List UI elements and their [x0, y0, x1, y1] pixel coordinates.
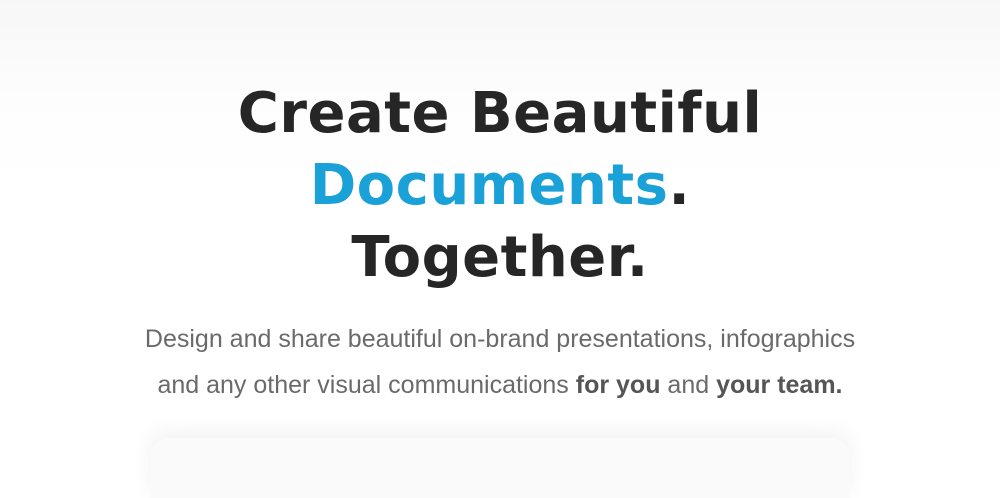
- headline-line-3: Together.: [351, 225, 649, 290]
- hero-headline: Create Beautiful Documents. Together.: [0, 78, 1000, 294]
- subtitle-emphasis-for-you: for you: [575, 371, 661, 399]
- headline-line-2: Documents.: [0, 150, 1000, 222]
- subtitle-emphasis-your-team: your team.: [716, 371, 843, 399]
- subtitle-line-1: Design and share beautiful on-brand pres…: [144, 325, 856, 353]
- subtitle-line-2-middle: and: [660, 371, 717, 399]
- subtitle-line-2-prefix: and any other visual communications: [157, 371, 576, 399]
- hero-section: Create Beautiful Documents. Together. De…: [0, 0, 1000, 498]
- product-preview-card: [150, 438, 850, 498]
- subtitle-line-2: and any other visual communications for …: [0, 362, 1000, 408]
- headline-accent-word: Documents: [309, 153, 669, 218]
- hero-subtitle: Design and share beautiful on-brand pres…: [0, 316, 1000, 408]
- headline-period: .: [668, 153, 691, 218]
- headline-line-1: Create Beautiful: [237, 81, 763, 146]
